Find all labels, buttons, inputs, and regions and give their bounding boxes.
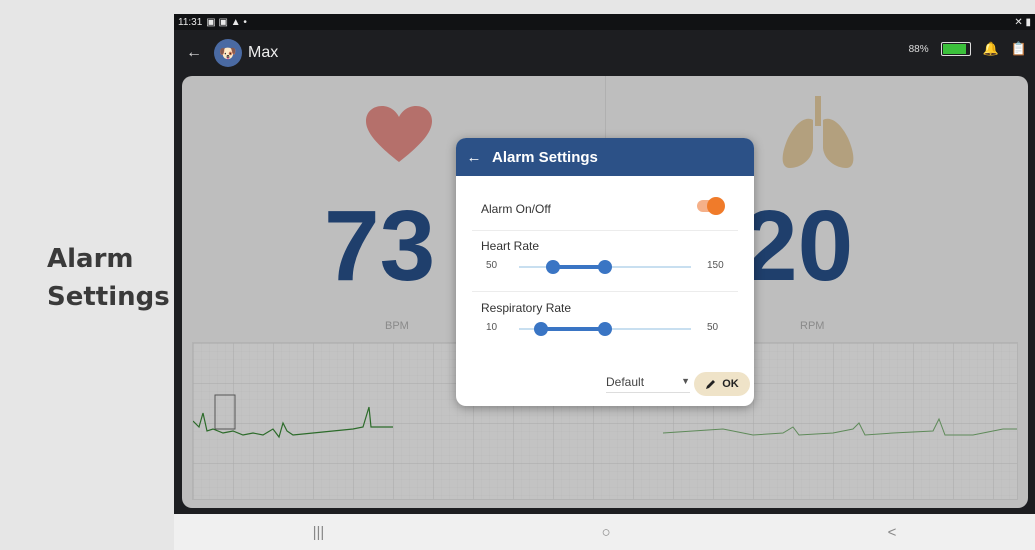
preset-select[interactable]: Default ▼ (606, 375, 690, 393)
heart-rate-high-thumb[interactable] (598, 260, 612, 274)
status-bar: 11:31 ▣ ▣ ▲ • ✕ ▮ (174, 14, 1035, 30)
heart-unit: BPM (385, 320, 409, 332)
alarm-settings-dialog: ← Alarm Settings Alarm On/Off Heart Rate… (456, 138, 754, 406)
lungs-icon (782, 96, 854, 168)
toggle-knob[interactable] (707, 197, 725, 215)
battery-percent: 88% (908, 43, 929, 55)
resp-rate-min: 10 (486, 322, 498, 333)
dropdown-caret-icon: ▼ (681, 376, 690, 386)
preset-select-value: Default (606, 375, 645, 389)
resp-rate-value: 20 (742, 190, 854, 302)
separator (472, 291, 738, 292)
status-icons-right: ✕ ▮ (1014, 16, 1031, 28)
app-bar: ← 🐶 Max 88% 🔔 📋 (174, 30, 1035, 76)
home-button[interactable]: ○ (601, 524, 610, 541)
dialog-footer: Default ▼ OK (456, 372, 754, 396)
heart-rate-slider[interactable]: 50 150 (481, 257, 729, 277)
resp-rate-row: Respiratory Rate 10 50 (481, 301, 729, 336)
dog-avatar-icon[interactable]: 🐶 (214, 39, 242, 67)
ok-label: OK (722, 378, 739, 390)
resp-rate-low-thumb[interactable] (533, 322, 548, 336)
heading-line1: Alarm (47, 244, 134, 274)
nav-back-button[interactable]: < (888, 524, 897, 541)
resp-rate-label: Respiratory Rate (481, 301, 572, 315)
heart-rate-value: 73 (324, 190, 436, 302)
alarm-toggle-row: Alarm On/Off (481, 197, 729, 216)
pencil-icon (706, 380, 716, 389)
heart-rate-row: Heart Rate 50 150 (481, 239, 729, 274)
heart-icon (366, 106, 432, 162)
bell-icon[interactable]: 🔔 (983, 41, 999, 57)
ok-button[interactable]: OK (694, 372, 750, 396)
resp-rate-slider[interactable]: 10 50 (481, 319, 729, 339)
resp-unit: RPM (800, 320, 825, 332)
dialog-header: ← Alarm Settings (456, 138, 754, 176)
heart-rate-min: 50 (486, 260, 498, 271)
page-heading: Alarm Settings (47, 240, 170, 316)
recents-button[interactable]: ||| (313, 524, 325, 541)
clipboard-icon[interactable]: 📋 (1011, 41, 1027, 57)
alarm-toggle-switch[interactable] (697, 197, 725, 215)
separator (472, 230, 738, 231)
alarm-toggle-label: Alarm On/Off (481, 202, 551, 216)
system-nav-bar: ||| ○ < (174, 514, 1035, 550)
screen: Alarm Settings 11:31 ▣ ▣ ▲ • ✕ ▮ ← 🐶 Max… (0, 0, 1035, 550)
dialog-back-arrow-icon[interactable]: ← (456, 149, 492, 166)
heading-line2: Settings (47, 282, 170, 312)
battery-icon (940, 42, 971, 56)
status-icons-left: ▣ ▣ ▲ • (206, 16, 247, 28)
battery-fill (942, 44, 966, 54)
heart-rate-label: Heart Rate (481, 239, 540, 253)
heart-rate-low-thumb[interactable] (546, 260, 561, 274)
dialog-title: Alarm Settings (492, 148, 598, 166)
app-bar-actions: 88% 🔔 📋 (909, 41, 1027, 57)
status-time: 11:31 (178, 16, 203, 28)
heart-rate-max: 150 (707, 260, 724, 271)
back-arrow-icon[interactable]: ← (174, 44, 214, 62)
resp-rate-max: 50 (707, 322, 719, 333)
patient-name: Max (248, 44, 279, 61)
resp-rate-range (540, 327, 605, 331)
resp-rate-high-thumb[interactable] (598, 322, 612, 336)
